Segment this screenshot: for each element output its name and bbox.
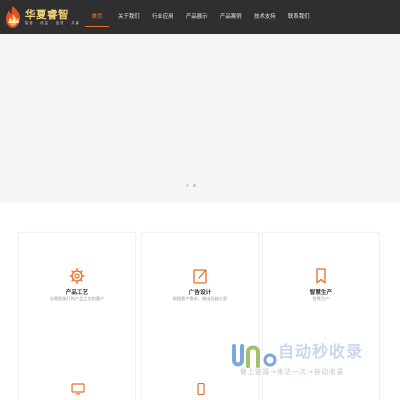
feature-title: 产品工艺 <box>65 290 89 296</box>
hero-banner <box>0 34 400 202</box>
slider-pagination <box>186 184 196 187</box>
nav-item-cases[interactable]: 产品案例 <box>220 0 242 34</box>
watermark: 自动秒收录 做上链接→来访一次→自动收录 <box>228 336 388 382</box>
top-navbar: 华夏睿智 智造 · 精益 · 品质 · 共赢 首页 关于我们 行业应用 产品展示… <box>0 0 400 34</box>
nav-item-about[interactable]: 关于我们 <box>118 0 140 34</box>
phone-icon <box>197 383 205 395</box>
edit-icon <box>193 269 207 284</box>
feature-desc: 根据客户需求，做出优越方案 <box>172 296 228 301</box>
feature-desc: 智慧生产 <box>312 296 330 301</box>
main-nav: 首页 关于我们 行业应用 产品展示 产品案例 技术支持 联系我们 <box>80 0 310 34</box>
brand-title: 华夏睿智 <box>25 8 69 21</box>
nav-item-products[interactable]: 产品展示 <box>186 0 208 34</box>
watermark-subtitle: 做上链接→来访一次→自动收录 <box>240 368 345 376</box>
nav-item-home[interactable]: 首页 <box>85 0 109 34</box>
flame-logo-icon <box>6 6 20 28</box>
feature-title: 智慧生产 <box>309 290 333 296</box>
slider-dot[interactable] <box>186 184 189 187</box>
brand-logo[interactable]: 华夏睿智 智造 · 精益 · 品质 · 共赢 <box>4 2 79 32</box>
slider-dot-active[interactable] <box>193 184 196 187</box>
monitor-icon <box>71 383 85 395</box>
page: 华夏睿智 智造 · 精益 · 品质 · 共赢 首页 关于我们 行业应用 产品展示… <box>0 0 400 400</box>
gear-icon <box>69 267 85 285</box>
watermark-title: 自动秒收录 <box>278 342 364 361</box>
nav-item-industry[interactable]: 行业应用 <box>152 0 174 34</box>
bookmark-icon <box>316 268 326 284</box>
nav-item-support[interactable]: 技术支持 <box>254 0 276 34</box>
feature-card-craft[interactable]: 产品工艺 苦眼智能打的产品工艺和客户 <box>18 232 136 400</box>
feature-desc: 苦眼智能打的产品工艺和客户 <box>49 296 105 301</box>
brand-subtitle: 智造 · 精益 · 品质 · 共赢 <box>25 20 81 25</box>
nav-item-contact[interactable]: 联系我们 <box>288 0 310 34</box>
feature-title: 广告设计 <box>188 290 212 296</box>
